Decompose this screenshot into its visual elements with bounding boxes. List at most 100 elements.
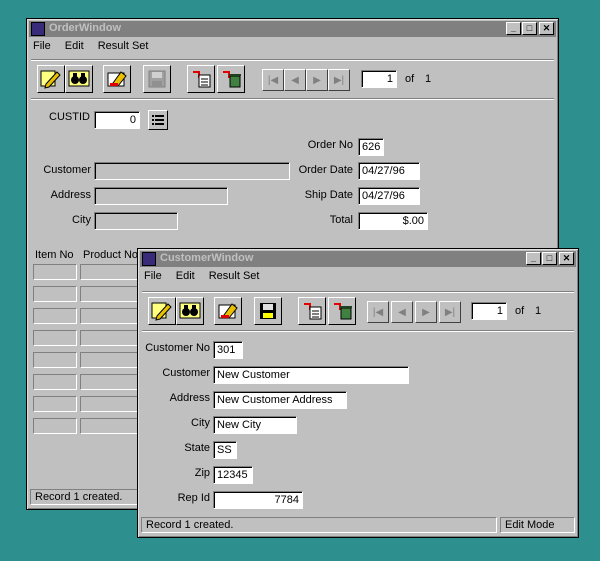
address-input[interactable] bbox=[94, 187, 228, 205]
page-of-label: of bbox=[515, 305, 525, 317]
save-button[interactable] bbox=[254, 297, 282, 325]
edit-mode-indicator: Edit Mode bbox=[500, 517, 575, 533]
close-icon: ✕ bbox=[542, 23, 551, 33]
clear-button[interactable] bbox=[103, 65, 131, 93]
grid-cell[interactable] bbox=[80, 330, 138, 346]
ship-date-label: Ship Date bbox=[304, 189, 353, 201]
first-record-icon: |◀ bbox=[372, 306, 384, 318]
edit-pencil-icon bbox=[151, 302, 172, 321]
order-toolbar: |◀ ◀ ▶ ▶| 1 of 1 bbox=[31, 59, 554, 99]
first-record-button[interactable]: |◀ bbox=[262, 69, 284, 91]
menu-edit[interactable]: Edit bbox=[174, 270, 197, 286]
grid-cell[interactable] bbox=[80, 374, 138, 390]
edit-button[interactable] bbox=[148, 297, 176, 325]
menu-result-set[interactable]: Result Set bbox=[96, 40, 151, 56]
delete-record-icon bbox=[223, 71, 241, 88]
customer-no-input[interactable]: 301 bbox=[213, 341, 243, 359]
order-date-label: Order Date bbox=[298, 164, 353, 176]
rep-id-label: Rep Id bbox=[177, 492, 210, 504]
find-button[interactable] bbox=[65, 65, 93, 93]
save-button[interactable] bbox=[143, 65, 171, 93]
prev-record-button[interactable]: ◀ bbox=[284, 69, 306, 91]
grid-cell[interactable] bbox=[80, 264, 138, 280]
clear-button[interactable] bbox=[214, 297, 242, 325]
save-disk-icon bbox=[148, 70, 166, 88]
app-icon bbox=[142, 252, 156, 266]
state-input[interactable]: SS bbox=[213, 441, 237, 459]
total-label: Total bbox=[329, 214, 353, 226]
order-date-input[interactable]: 04/27/96 bbox=[358, 162, 420, 180]
customer-window-titlebar[interactable]: CustomerWindow _ □ ✕ bbox=[140, 251, 576, 267]
grid-header-product-no: Product No bbox=[83, 249, 139, 261]
binoculars-icon bbox=[179, 302, 201, 319]
maximize-button[interactable]: □ bbox=[542, 252, 557, 265]
custid-input[interactable]: 0 bbox=[94, 111, 140, 129]
customer-status-text: Record 1 created. bbox=[141, 517, 497, 533]
menu-file[interactable]: File bbox=[31, 40, 53, 56]
minimize-button[interactable]: _ bbox=[506, 22, 521, 35]
insert-record-icon bbox=[193, 71, 211, 88]
total-input[interactable]: $.00 bbox=[358, 212, 428, 230]
app-icon bbox=[31, 22, 45, 36]
delete-record-button[interactable] bbox=[328, 297, 356, 325]
custid-list-button[interactable] bbox=[148, 110, 168, 130]
city-input[interactable]: New City bbox=[213, 416, 297, 434]
order-menubar: File Edit Result Set bbox=[31, 40, 150, 56]
page-number-input[interactable]: 1 bbox=[361, 70, 397, 88]
grid-cell[interactable] bbox=[80, 396, 138, 412]
maximize-icon: □ bbox=[546, 253, 553, 263]
maximize-button[interactable]: □ bbox=[522, 22, 537, 35]
grid-cell[interactable] bbox=[33, 374, 77, 390]
grid-cell[interactable] bbox=[80, 352, 138, 368]
zip-label: Zip bbox=[194, 467, 210, 479]
next-record-button[interactable]: ▶ bbox=[306, 69, 328, 91]
zip-input[interactable]: 12345 bbox=[213, 466, 253, 484]
grid-cell[interactable] bbox=[80, 418, 138, 434]
address-input[interactable]: New Customer Address bbox=[213, 391, 347, 409]
grid-cell[interactable] bbox=[33, 308, 77, 324]
insert-record-button[interactable] bbox=[187, 65, 215, 93]
grid-cell[interactable] bbox=[33, 352, 77, 368]
order-no-input[interactable]: 626 bbox=[358, 138, 384, 156]
first-record-button[interactable]: |◀ bbox=[367, 301, 389, 323]
close-icon: ✕ bbox=[562, 253, 571, 263]
grid-cell[interactable] bbox=[33, 396, 77, 412]
delete-record-button[interactable] bbox=[217, 65, 245, 93]
custid-label: CUSTID bbox=[49, 111, 90, 123]
last-record-button[interactable]: ▶| bbox=[328, 69, 350, 91]
state-label: State bbox=[184, 442, 210, 454]
last-record-icon: ▶| bbox=[444, 306, 456, 318]
find-button[interactable] bbox=[176, 297, 204, 325]
grid-cell[interactable] bbox=[33, 264, 77, 280]
grid-cell[interactable] bbox=[33, 286, 77, 302]
customer-window[interactable]: CustomerWindow _ □ ✕ File Edit Result Se… bbox=[137, 248, 579, 538]
menu-edit[interactable]: Edit bbox=[63, 40, 86, 56]
page-number-input[interactable]: 1 bbox=[471, 302, 507, 320]
last-record-button[interactable]: ▶| bbox=[439, 301, 461, 323]
close-button[interactable]: ✕ bbox=[559, 252, 574, 265]
grid-cell[interactable] bbox=[33, 330, 77, 346]
rep-id-input[interactable]: 7784 bbox=[213, 491, 303, 509]
order-window-titlebar[interactable]: OrderWindow _ □ ✕ bbox=[29, 21, 556, 37]
customer-label: Customer bbox=[162, 367, 210, 379]
prev-record-button[interactable]: ◀ bbox=[391, 301, 413, 323]
city-input[interactable] bbox=[94, 212, 178, 230]
next-record-button[interactable]: ▶ bbox=[415, 301, 437, 323]
insert-record-button[interactable] bbox=[298, 297, 326, 325]
grid-cell[interactable] bbox=[80, 286, 138, 302]
customer-input[interactable] bbox=[94, 162, 290, 180]
minimize-button[interactable]: _ bbox=[526, 252, 541, 265]
grid-cell[interactable] bbox=[80, 308, 138, 324]
close-button[interactable]: ✕ bbox=[539, 22, 554, 35]
grid-cell[interactable] bbox=[33, 418, 77, 434]
page-total-label: 1 bbox=[425, 73, 432, 85]
first-record-icon: |◀ bbox=[267, 74, 279, 86]
menu-file[interactable]: File bbox=[142, 270, 164, 286]
save-disk-icon bbox=[260, 303, 276, 319]
last-record-icon: ▶| bbox=[333, 74, 345, 86]
customer-name-input[interactable]: New Customer bbox=[213, 366, 409, 384]
ship-date-input[interactable]: 04/27/96 bbox=[358, 187, 420, 205]
menu-result-set[interactable]: Result Set bbox=[207, 270, 262, 286]
edit-button[interactable] bbox=[37, 65, 65, 93]
customer-statusbar: Record 1 created. Edit Mode bbox=[141, 517, 575, 534]
